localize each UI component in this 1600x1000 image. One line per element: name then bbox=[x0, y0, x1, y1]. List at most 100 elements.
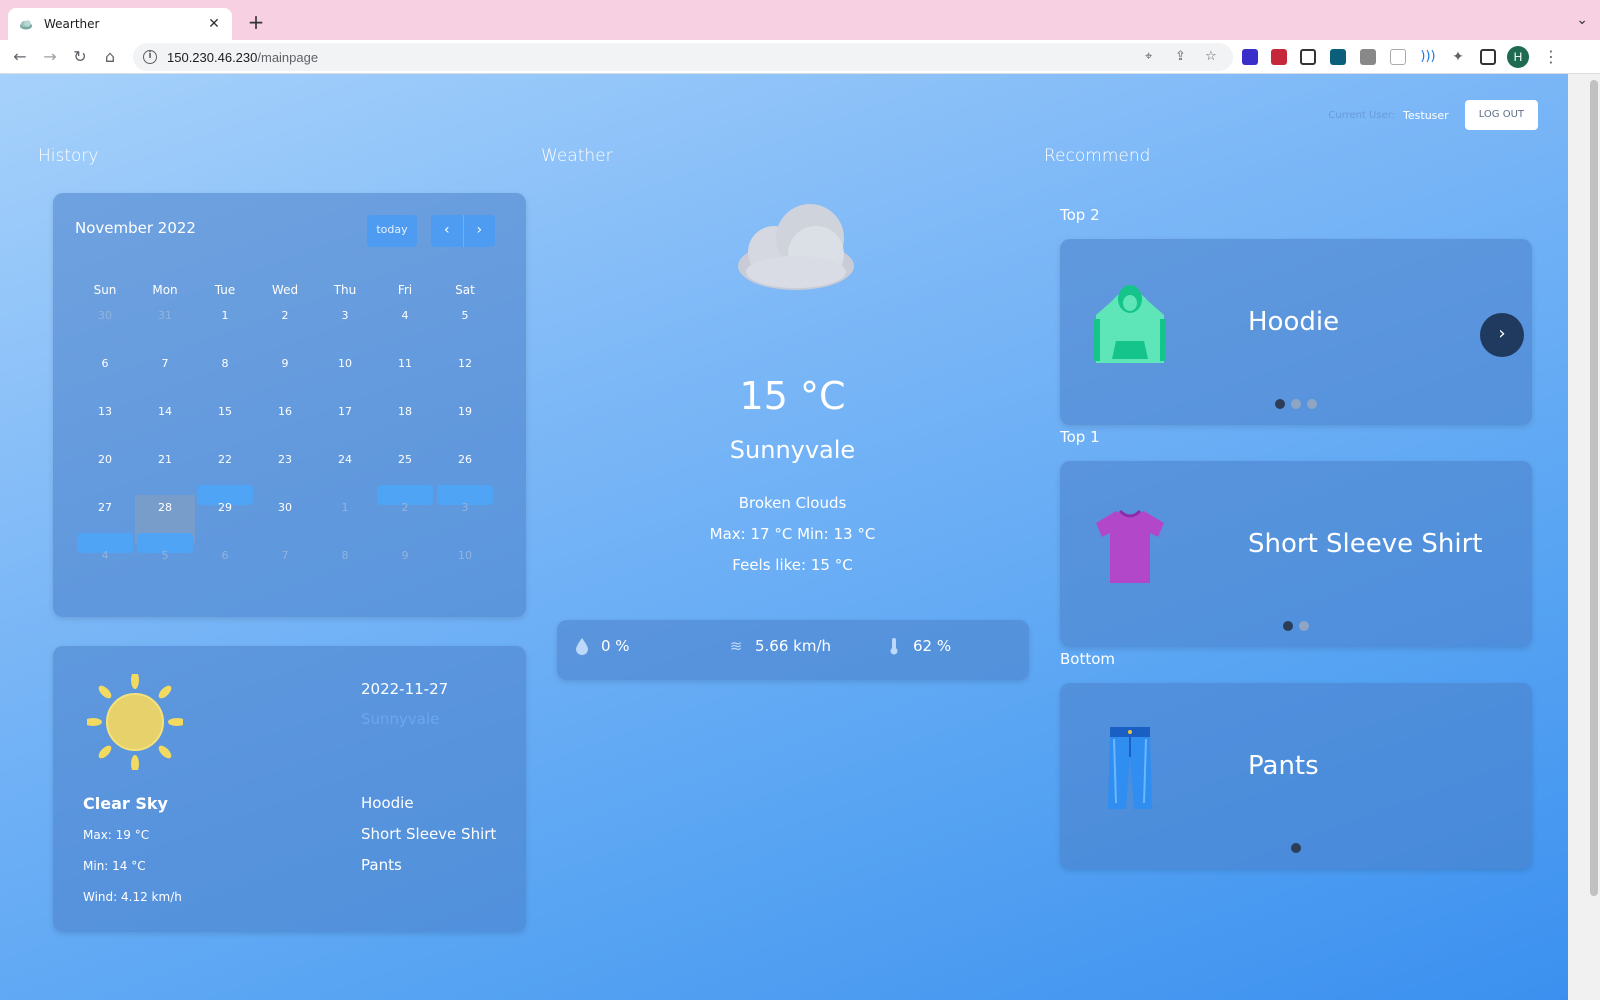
calendar-day[interactable]: 14 bbox=[135, 399, 195, 447]
calendar-day[interactable]: 4 bbox=[75, 543, 135, 591]
share-icon[interactable]: ⇪ bbox=[1175, 49, 1186, 64]
extensions-puzzle-icon[interactable]: ✦ bbox=[1450, 49, 1466, 65]
carousel-dot[interactable] bbox=[1307, 399, 1317, 409]
calendar-day[interactable]: 15 bbox=[195, 399, 255, 447]
calendar-day[interactable]: 30 bbox=[255, 495, 315, 543]
carousel-dot[interactable] bbox=[1299, 621, 1309, 631]
calendar-day[interactable]: 1 bbox=[195, 303, 255, 351]
calendar-day[interactable]: 18 bbox=[375, 399, 435, 447]
carousel-dot[interactable] bbox=[1291, 843, 1301, 853]
pants-icon bbox=[1108, 727, 1152, 809]
calendar-day[interactable]: 27 bbox=[75, 495, 135, 553]
calendar-day[interactable]: 13 bbox=[75, 399, 135, 447]
calendar-day-number: 13 bbox=[98, 405, 112, 418]
browser-tab[interactable]: Wearther ✕ bbox=[8, 8, 232, 40]
extension-wifi-icon[interactable]: ))) bbox=[1420, 49, 1436, 65]
extension-react-icon[interactable] bbox=[1330, 49, 1346, 65]
bookmark-star-icon[interactable]: ☆ bbox=[1205, 49, 1217, 64]
calendar-title: November 2022 bbox=[75, 219, 196, 237]
address-bar[interactable]: i 150.230.46.230/mainpage ⌖ ⇪ ☆ bbox=[133, 43, 1233, 71]
calendar-day[interactable]: 8 bbox=[195, 351, 255, 399]
wind-icon: ≋ bbox=[729, 637, 743, 655]
calendar-day[interactable]: 2 bbox=[375, 495, 435, 543]
page-scrollbar-thumb[interactable] bbox=[1590, 80, 1598, 896]
calendar-day[interactable]: 7 bbox=[135, 351, 195, 399]
calendar-day[interactable]: 3 bbox=[315, 303, 375, 351]
calendar-day[interactable]: 9 bbox=[255, 351, 315, 399]
weather-max-min: Max: 17 °C Min: 13 °C bbox=[709, 525, 876, 543]
calendar-day[interactable]: 6 bbox=[75, 351, 135, 399]
calendar-day[interactable]: 16 bbox=[255, 399, 315, 447]
carousel-dot[interactable] bbox=[1283, 621, 1293, 631]
reload-icon[interactable]: ↻ bbox=[69, 46, 91, 68]
profile-avatar[interactable]: H bbox=[1507, 46, 1529, 68]
calendar-next-button[interactable]: › bbox=[462, 215, 496, 247]
top1-recommend-card[interactable]: Short Sleeve Shirt bbox=[1060, 461, 1532, 647]
calendar-day[interactable]: 26 bbox=[435, 447, 495, 505]
calendar-nav: ‹ › bbox=[431, 215, 495, 247]
calendar-day-number: 22 bbox=[218, 453, 232, 466]
calendar-day[interactable]: 8 bbox=[315, 543, 375, 591]
history-detail-card: Clear Sky Max: 19 °C Min: 14 °C Wind: 4.… bbox=[53, 646, 526, 932]
calendar-day[interactable]: 2 bbox=[255, 303, 315, 351]
weather-feels-like: Feels like: 15 °C bbox=[732, 556, 853, 574]
calendar-day[interactable]: 17 bbox=[315, 399, 375, 447]
calendar-day[interactable]: 6 bbox=[195, 543, 255, 591]
calendar-day[interactable]: 28 bbox=[135, 495, 195, 553]
calendar-day[interactable]: 11 bbox=[375, 351, 435, 399]
bottom-label: Bottom bbox=[1060, 650, 1116, 668]
calendar-day[interactable]: 24 bbox=[315, 447, 375, 495]
carousel-dot[interactable] bbox=[1275, 399, 1285, 409]
history-condition: Clear Sky bbox=[83, 794, 168, 813]
calendar-day[interactable]: 9 bbox=[375, 543, 435, 591]
calendar-day[interactable]: 20 bbox=[75, 447, 135, 495]
calendar-day[interactable]: 10 bbox=[315, 351, 375, 399]
forward-icon[interactable]: → bbox=[39, 46, 61, 68]
calendar-day[interactable]: 22 bbox=[195, 447, 255, 505]
top2-recommend-card[interactable]: Hoodie › bbox=[1060, 239, 1532, 425]
site-info-icon[interactable]: i bbox=[143, 50, 157, 64]
weekday-label: Sat bbox=[455, 283, 475, 297]
url-host: 150.230.46.230 bbox=[167, 49, 258, 65]
history-city: Sunnyvale bbox=[361, 710, 440, 728]
calendar-day[interactable]: 3 bbox=[435, 495, 495, 543]
today-button[interactable]: today bbox=[367, 215, 417, 247]
carousel-dot[interactable] bbox=[1291, 399, 1301, 409]
calendar-day[interactable]: 5 bbox=[435, 303, 495, 351]
extension-media-icon[interactable] bbox=[1271, 49, 1287, 65]
calendar-day[interactable]: 1 bbox=[315, 495, 375, 543]
extension-cap-icon[interactable] bbox=[1242, 49, 1258, 65]
bottom-recommend-card[interactable]: Pants bbox=[1060, 683, 1532, 869]
new-tab-button[interactable]: + bbox=[244, 10, 268, 34]
home-icon[interactable]: ⌂ bbox=[99, 46, 121, 68]
calendar-day[interactable]: 4 bbox=[375, 303, 435, 351]
extension-eyedropper-icon[interactable] bbox=[1360, 49, 1376, 65]
location-pin-icon[interactable]: ⌖ bbox=[1145, 49, 1152, 64]
calendar-day[interactable]: 10 bbox=[435, 543, 495, 591]
calendar-day-number: 5 bbox=[461, 309, 469, 322]
calendar-day[interactable]: 7 bbox=[255, 543, 315, 591]
back-icon[interactable]: ← bbox=[9, 46, 31, 68]
tab-close-icon[interactable]: ✕ bbox=[206, 16, 222, 32]
side-panel-icon[interactable] bbox=[1480, 49, 1496, 65]
calendar-day-number: 30 bbox=[278, 501, 292, 514]
logout-button[interactable]: LOG OUT bbox=[1464, 100, 1538, 130]
calendar-day[interactable]: 19 bbox=[435, 399, 495, 447]
calendar-day[interactable]: 31 bbox=[135, 303, 195, 351]
calendar-day[interactable]: 25 bbox=[375, 447, 435, 505]
tab-search-chevron-icon[interactable]: ⌄ bbox=[1576, 12, 1588, 28]
extension-translate-icon[interactable] bbox=[1390, 49, 1406, 65]
calendar-day[interactable]: 12 bbox=[435, 351, 495, 399]
calendar-day[interactable]: 23 bbox=[255, 447, 315, 495]
calendar-day-number: 23 bbox=[278, 453, 292, 466]
calendar-day[interactable]: 30 bbox=[75, 303, 135, 351]
carousel-next-button[interactable]: › bbox=[1480, 313, 1524, 357]
calendar-day[interactable]: 21 bbox=[135, 447, 195, 495]
browser-menu-icon[interactable]: ⋮ bbox=[1543, 47, 1559, 66]
main-page: Current User: Testuser LOG OUT History W… bbox=[0, 74, 1568, 1000]
extension-pip-icon[interactable] bbox=[1300, 49, 1316, 65]
calendar-day[interactable]: 5 bbox=[135, 543, 195, 591]
current-temperature: 15 °C bbox=[739, 374, 846, 418]
calendar-day[interactable]: 29 bbox=[195, 495, 255, 543]
calendar-prev-button[interactable]: ‹ bbox=[431, 215, 463, 247]
